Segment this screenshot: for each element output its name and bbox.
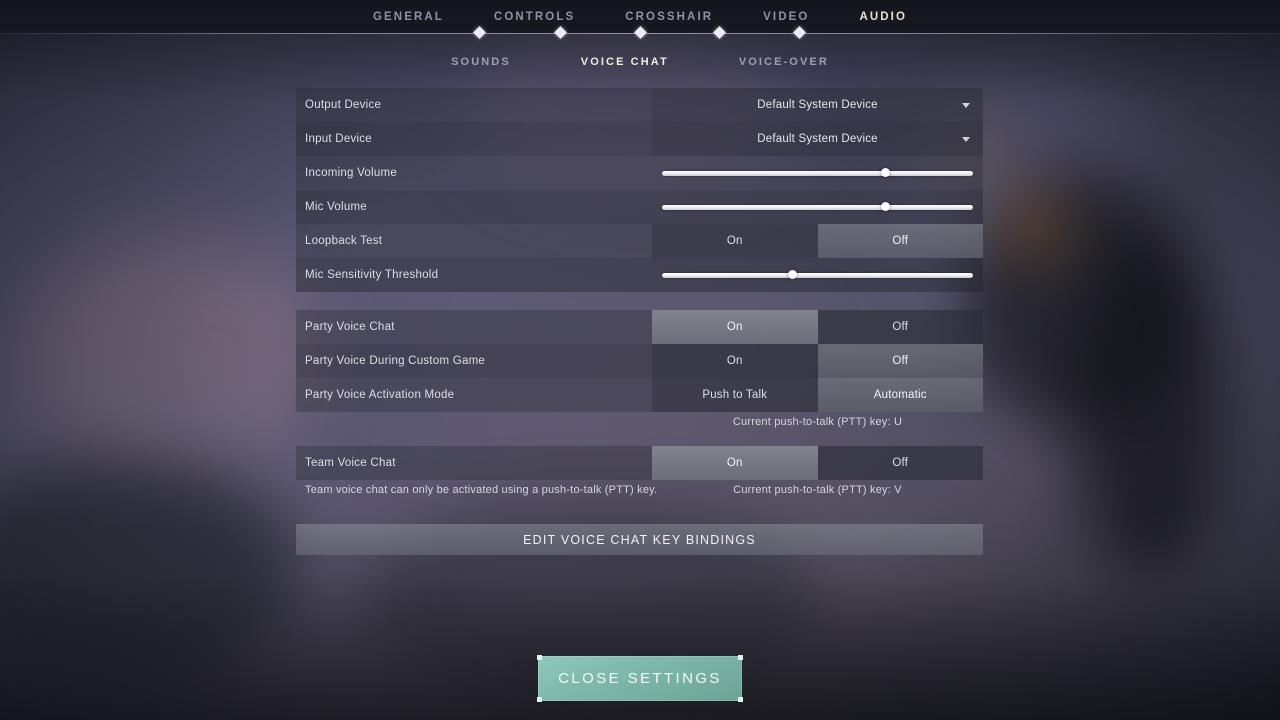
loopback-test-toggle[interactable]: On Off <box>652 224 983 258</box>
toggle-option-off[interactable]: Off <box>817 446 983 480</box>
setting-label: Mic Volume <box>305 201 367 213</box>
setting-control[interactable]: On Off <box>652 344 983 378</box>
nav-tab-general[interactable]: GENERAL <box>369 11 448 23</box>
setting-label: Party Voice Chat <box>305 321 395 333</box>
setting-control[interactable] <box>652 258 983 292</box>
setting-row-output-device[interactable]: Output Device Default System Device <box>296 88 983 122</box>
setting-label: Incoming Volume <box>305 167 397 179</box>
dropdown-value: Default System Device <box>757 133 878 145</box>
setting-label: Output Device <box>305 99 382 111</box>
slider-track <box>662 171 973 176</box>
secondary-nav: SOUNDS VOICE CHAT VOICE-OVER <box>0 50 1280 74</box>
setting-label: Input Device <box>305 133 372 145</box>
toggle-option-push-to-talk[interactable]: Push to Talk <box>652 378 818 412</box>
chevron-down-icon <box>962 137 970 142</box>
setting-control[interactable]: On Off <box>652 446 983 480</box>
mic-sensitivity-slider[interactable] <box>662 270 973 279</box>
setting-control[interactable]: Push to Talk Automatic <box>652 378 983 412</box>
settings-panel: Output Device Default System Device Inpu… <box>296 88 983 555</box>
footer: CLOSE SETTINGS <box>0 655 1280 702</box>
setting-label: Loopback Test <box>305 235 383 247</box>
setting-row-party-voice-activation-mode[interactable]: Party Voice Activation Mode Push to Talk… <box>296 378 983 412</box>
subnav-tab-sounds[interactable]: SOUNDS <box>451 56 511 68</box>
toggle-option-off[interactable]: Off <box>817 344 983 378</box>
setting-label: Party Voice During Custom Game <box>305 355 486 367</box>
subnav-tab-voice-over[interactable]: VOICE-OVER <box>739 56 829 68</box>
toggle-option-on[interactable]: On <box>652 310 818 344</box>
chevron-down-icon <box>962 103 970 108</box>
setting-row-input-device[interactable]: Input Device Default System Device <box>296 122 983 156</box>
setting-control[interactable] <box>652 190 983 224</box>
nav-tab-controls[interactable]: CONTROLS <box>490 11 579 23</box>
close-settings-button[interactable]: CLOSE SETTINGS <box>537 655 743 702</box>
setting-control[interactable]: On Off <box>652 224 983 258</box>
setting-row-loopback-test[interactable]: Loopback Test On Off <box>296 224 983 258</box>
setting-control[interactable]: On Off <box>652 310 983 344</box>
corner-notch <box>537 655 542 660</box>
setting-label: Mic Sensitivity Threshold <box>305 269 439 281</box>
setting-row-team-voice-chat[interactable]: Team Voice Chat On Off <box>296 446 983 480</box>
slider-track <box>662 205 973 210</box>
dropdown-value: Default System Device <box>757 99 878 111</box>
party-voice-custom-game-toggle[interactable]: On Off <box>652 344 983 378</box>
setting-row-incoming-volume[interactable]: Incoming Volume <box>296 156 983 190</box>
setting-control[interactable] <box>652 156 983 190</box>
subnav-tab-voice-chat[interactable]: VOICE CHAT <box>581 56 669 68</box>
corner-notch <box>738 655 743 660</box>
toggle-option-off[interactable]: Off <box>817 310 983 344</box>
setting-row-party-voice-chat[interactable]: Party Voice Chat On Off <box>296 310 983 344</box>
incoming-volume-slider[interactable] <box>662 168 973 177</box>
nav-tab-audio[interactable]: AUDIO <box>855 11 911 23</box>
close-settings-label: CLOSE SETTINGS <box>558 670 722 687</box>
toggle-option-on[interactable]: On <box>652 446 818 480</box>
setting-row-mic-volume[interactable]: Mic Volume <box>296 190 983 224</box>
setting-control[interactable]: Default System Device <box>652 88 983 122</box>
setting-row-mic-sensitivity-threshold[interactable]: Mic Sensitivity Threshold <box>296 258 983 292</box>
toggle-option-on[interactable]: On <box>652 224 818 258</box>
party-voice-activation-mode-toggle[interactable]: Push to Talk Automatic <box>652 378 983 412</box>
input-device-dropdown[interactable]: Default System Device <box>652 122 983 156</box>
party-ptt-note: Current push-to-talk (PTT) key: U <box>296 412 983 434</box>
setting-control[interactable]: Default System Device <box>652 122 983 156</box>
party-ptt-note-text: Current push-to-talk (PTT) key: U <box>732 416 903 428</box>
team-voice-chat-toggle[interactable]: On Off <box>652 446 983 480</box>
team-voice-hint: Team voice chat can only be activated us… <box>305 484 658 496</box>
output-device-dropdown[interactable]: Default System Device <box>652 88 983 122</box>
corner-notch <box>537 697 542 702</box>
team-voice-notes: Team voice chat can only be activated us… <box>296 480 983 502</box>
slider-track <box>662 273 973 278</box>
toggle-option-automatic[interactable]: Automatic <box>817 378 983 412</box>
toggle-option-off[interactable]: Off <box>817 224 983 258</box>
corner-notch <box>738 697 743 702</box>
mic-volume-slider[interactable] <box>662 202 973 211</box>
team-ptt-note-text: Current push-to-talk (PTT) key: V <box>733 484 902 496</box>
party-voice-chat-toggle[interactable]: On Off <box>652 310 983 344</box>
edit-voice-chat-key-bindings-button[interactable]: EDIT VOICE CHAT KEY BINDINGS <box>296 524 983 555</box>
setting-label: Party Voice Activation Mode <box>305 389 455 401</box>
edit-bindings-label: EDIT VOICE CHAT KEY BINDINGS <box>523 532 756 547</box>
setting-row-party-voice-custom-game[interactable]: Party Voice During Custom Game On Off <box>296 344 983 378</box>
nav-tab-video[interactable]: VIDEO <box>759 11 813 23</box>
toggle-option-on[interactable]: On <box>652 344 818 378</box>
nav-tab-crosshair[interactable]: CROSSHAIR <box>621 11 717 23</box>
setting-label: Team Voice Chat <box>305 457 396 469</box>
